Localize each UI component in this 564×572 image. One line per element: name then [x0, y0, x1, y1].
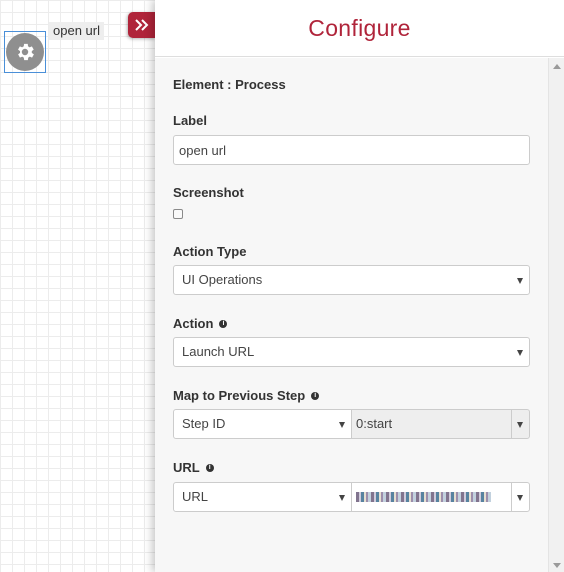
map-prev-source-select[interactable]: Step ID: [173, 409, 352, 439]
chevron-down-icon: [517, 422, 523, 428]
panel-title: Configure: [308, 14, 411, 41]
action-type-select[interactable]: UI Operations: [173, 265, 530, 295]
panel-body: Element : Process Label Screenshot Actio…: [155, 58, 548, 572]
panel-scrollbar[interactable]: [548, 58, 564, 572]
scroll-down-arrow-icon[interactable]: [553, 563, 561, 568]
url-label: URL i: [173, 460, 214, 475]
collapse-panel-button[interactable]: [128, 12, 156, 38]
url-source-select[interactable]: URL: [173, 482, 352, 512]
chevron-down-icon: [339, 422, 345, 428]
chevron-down-icon: [517, 350, 523, 356]
action-label: Action i: [173, 316, 228, 331]
screenshot-checkbox[interactable]: [173, 209, 183, 219]
map-prev-source-value: Step ID: [182, 416, 226, 431]
map-prev-step-value: 0:start: [356, 416, 393, 431]
scroll-up-arrow-icon[interactable]: [553, 64, 561, 69]
node-label: open url: [49, 22, 104, 40]
configure-panel: Configure Element : Process Label Screen…: [155, 0, 564, 572]
map-prev-label-text: Map to Previous Step: [173, 388, 306, 403]
action-select[interactable]: Launch URL: [173, 337, 530, 367]
label-field-label: Label: [173, 113, 207, 128]
info-icon[interactable]: i: [219, 319, 228, 328]
url-value-select[interactable]: [351, 482, 530, 512]
label-input[interactable]: [173, 135, 530, 165]
element-heading: Element : Process: [173, 77, 286, 92]
info-icon[interactable]: i: [205, 463, 214, 472]
screenshot-label: Screenshot: [173, 185, 244, 200]
process-node[interactable]: [6, 33, 44, 71]
panel-header: Configure: [155, 0, 564, 57]
chevron-down-icon: [339, 495, 345, 501]
select-divider: [511, 483, 512, 511]
chevron-down-icon: [517, 495, 523, 501]
select-divider: [511, 410, 512, 438]
gear-icon: [18, 43, 34, 61]
map-prev-step-select[interactable]: 0:start: [351, 409, 530, 439]
redacted-url-image: [356, 492, 491, 502]
info-icon[interactable]: i: [311, 391, 320, 400]
chevron-down-icon: [517, 278, 523, 284]
url-label-text: URL: [173, 460, 200, 475]
double-chevron-right-icon: [135, 19, 149, 31]
action-label-text: Action: [173, 316, 214, 331]
action-type-value: UI Operations: [182, 272, 263, 287]
map-prev-label: Map to Previous Step i: [173, 388, 320, 403]
action-type-label: Action Type: [173, 244, 247, 259]
action-value: Launch URL: [182, 344, 255, 359]
url-source-value: URL: [182, 489, 209, 504]
